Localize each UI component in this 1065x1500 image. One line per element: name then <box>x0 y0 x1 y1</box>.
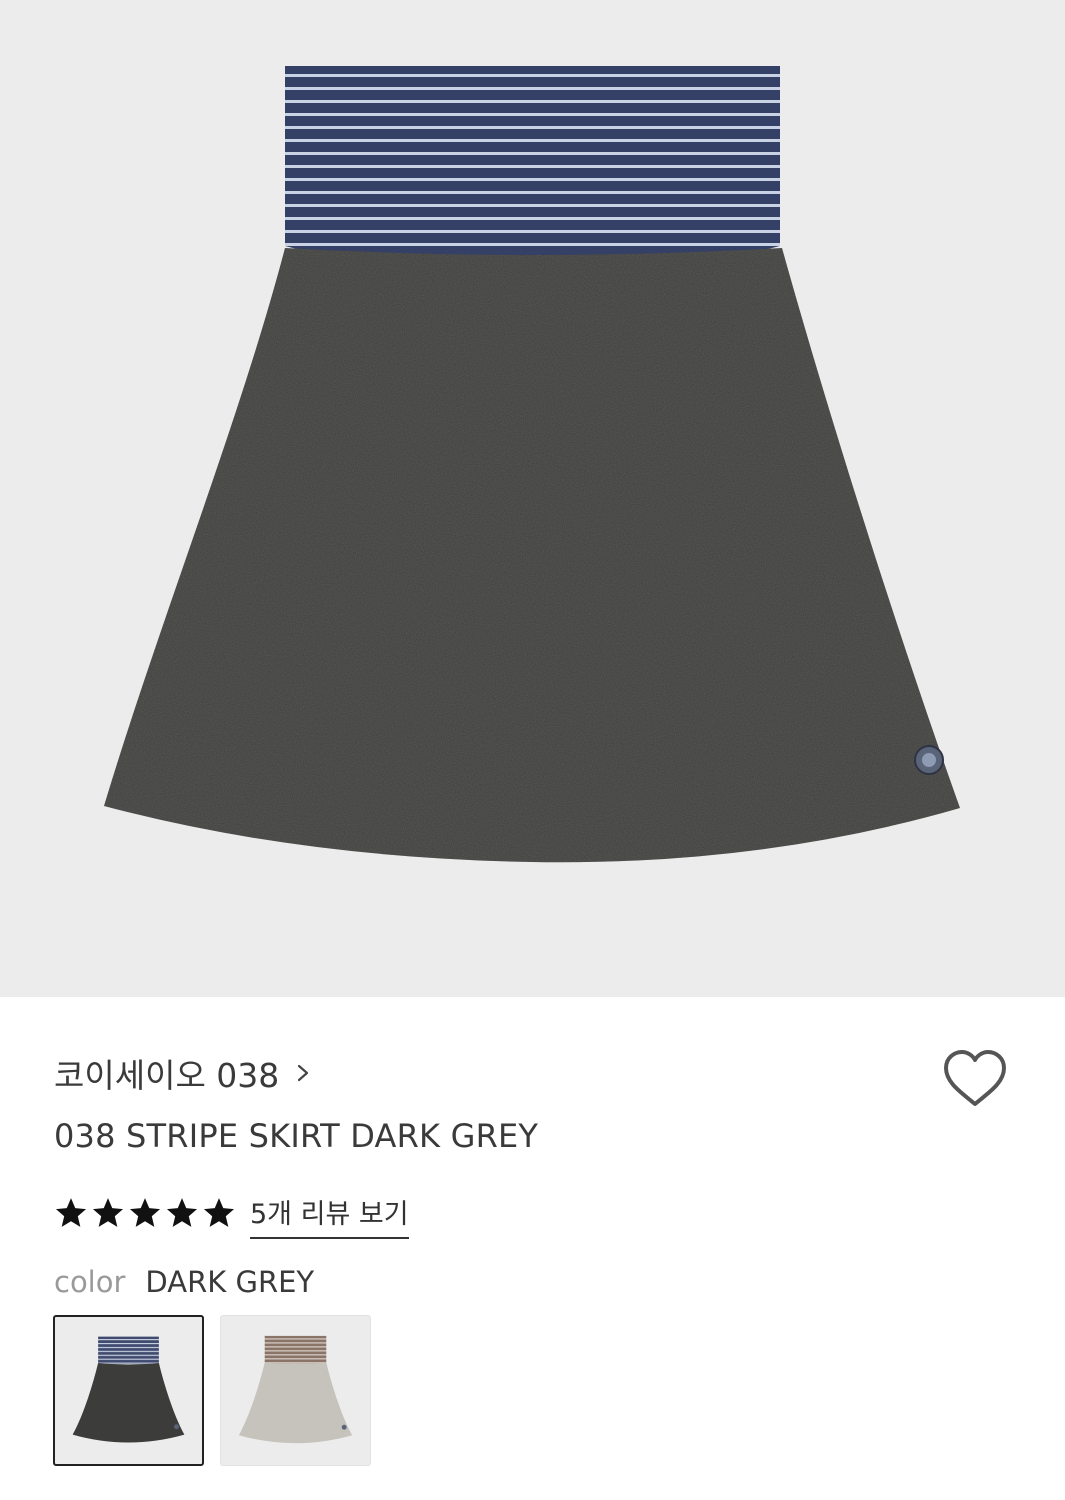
star-icon <box>203 1197 235 1227</box>
star-icon <box>166 1197 198 1227</box>
color-swatch[interactable] <box>220 1315 371 1466</box>
product-info: 코이세이오 038 038 STRIPE SKIRT DARK GREY 5개 … <box>0 997 1065 1500</box>
review-link[interactable]: 5개 리뷰 보기 <box>250 1192 409 1239</box>
color-swatches <box>53 1315 371 1466</box>
color-swatch[interactable] <box>53 1315 204 1466</box>
star-icon <box>55 1197 87 1227</box>
chevron-right-icon <box>298 1064 309 1082</box>
star-icon <box>129 1197 161 1227</box>
product-title: 038 STRIPE SKIRT DARK GREY <box>54 1117 539 1155</box>
color-label: color <box>54 1265 126 1299</box>
star-rating <box>54 1196 236 1230</box>
color-row: color DARK GREY <box>54 1265 314 1299</box>
waistband <box>325 66 740 256</box>
brand-name[interactable]: 코이세이오 038 <box>54 1049 279 1097</box>
swatch-skirt-thumbnail <box>72 1336 185 1443</box>
star-icon <box>92 1197 124 1227</box>
color-value: DARK GREY <box>145 1265 315 1299</box>
heart-icon[interactable] <box>942 1049 1008 1109</box>
product-image[interactable] <box>0 0 1065 997</box>
swatch-skirt-thumbnail <box>238 1335 353 1444</box>
brand-link[interactable]: 코이세이오 038 <box>54 1049 313 1097</box>
rating-row: 5개 리뷰 보기 <box>54 1189 409 1239</box>
skirt-image <box>104 66 960 863</box>
